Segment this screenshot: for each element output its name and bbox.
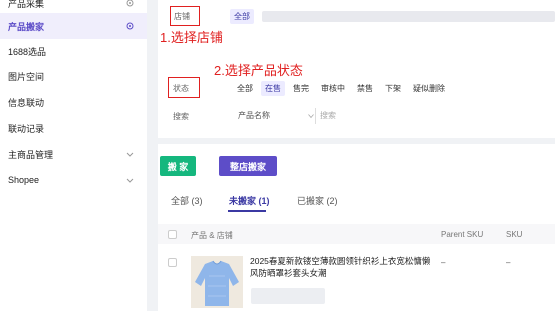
annotation-select-status: 2.选择产品状态: [214, 63, 303, 78]
tab-all[interactable]: 全部 (3): [171, 194, 203, 207]
status-option-all[interactable]: 全部: [233, 81, 257, 96]
sidebar-item-label: 联动记录: [8, 123, 45, 134]
annotation-select-store: 1.选择店铺: [160, 30, 223, 45]
sidebar-item-label: 1688选品: [8, 46, 47, 57]
sidebar-item-label: 信息联动: [8, 97, 45, 108]
column-header-sku: SKU: [506, 230, 523, 239]
tab-moved[interactable]: 已搬家 (2): [297, 194, 338, 207]
main-area: 店铺 全部 1.选择店铺 2.选择产品状态 状态 全部 在售 售完 审核中 禁售…: [158, 0, 555, 311]
sidebar-item-label: 产品搬家: [8, 21, 45, 32]
content-panel: 搬 家 整店搬家 全部 (3) 未搬家 (1) 已搬家 (2) 产品 & 店铺 …: [158, 144, 555, 311]
sidebar-item-label: 主商品管理: [8, 149, 54, 160]
sidebar-item-1688[interactable]: 1688选品: [0, 38, 147, 64]
store-name-blurred: [251, 288, 325, 304]
sidebar-item-product-move[interactable]: 产品搬家: [0, 13, 147, 39]
move-button[interactable]: 搬 家: [160, 156, 196, 176]
sidebar: 产品采集 产品搬家 1688选品 图片空间 信息联动 联动记录 主商品管理 Sh…: [0, 0, 147, 311]
status-option-sold-out[interactable]: 售完: [289, 81, 313, 96]
store-list-blurred: [262, 11, 555, 22]
sidebar-item-main-product[interactable]: 主商品管理: [0, 141, 147, 167]
status-option-reviewing[interactable]: 审核中: [317, 81, 349, 96]
search-field-select[interactable]: 产品名称: [238, 110, 314, 123]
filter-panel: 店铺 全部 1.选择店铺 2.选择产品状态 状态 全部 在售 售完 审核中 禁售…: [158, 0, 555, 138]
store-option-all[interactable]: 全部: [230, 9, 254, 24]
column-header-product: 产品 & 店铺: [191, 231, 233, 240]
active-tab-indicator: [228, 210, 266, 212]
status-options: 全部 在售 售完 审核中 禁售 下架 疑似删除: [233, 81, 453, 96]
search-label: 搜索: [173, 112, 189, 121]
sku-cell: –: [506, 258, 511, 267]
status-option-on-sale[interactable]: 在售: [261, 81, 285, 96]
store-label: 店铺: [174, 12, 190, 21]
sidebar-item-label: 产品采集: [8, 0, 45, 9]
chevron-down-icon: [308, 114, 314, 119]
gear-icon: [126, 22, 134, 30]
move-store-button[interactable]: 整店搬家: [219, 156, 277, 176]
chevron-down-icon: [126, 152, 134, 157]
column-header-parent-sku: Parent SKU: [441, 230, 484, 239]
parent-sku-cell: –: [441, 258, 446, 267]
tab-not-moved[interactable]: 未搬家 (1): [229, 194, 270, 207]
sidebar-item-label: 图片空间: [8, 71, 45, 82]
table-header: 产品 & 店铺 Parent SKU SKU: [158, 224, 555, 244]
sidebar-item-link-records[interactable]: 联动记录: [0, 115, 147, 141]
status-label: 状态: [173, 84, 189, 93]
sweater-image: [191, 256, 243, 308]
product-thumbnail[interactable]: [191, 256, 243, 308]
sidebar-item-info-link[interactable]: 信息联动: [0, 89, 147, 115]
status-option-suspected-deleted[interactable]: 疑似删除: [409, 81, 449, 96]
status-option-delisted[interactable]: 下架: [381, 81, 405, 96]
search-field-value: 产品名称: [238, 111, 270, 120]
gear-icon: [126, 0, 134, 7]
status-option-banned[interactable]: 禁售: [353, 81, 377, 96]
search-input[interactable]: 搜索: [320, 110, 336, 121]
divider: [315, 108, 316, 124]
chevron-down-icon: [126, 178, 134, 183]
row-checkbox[interactable]: [168, 258, 177, 267]
select-all-checkbox[interactable]: [168, 230, 177, 239]
sidebar-item-label: Shopee: [8, 175, 40, 185]
sidebar-item-shopee[interactable]: Shopee: [0, 167, 147, 193]
product-title[interactable]: 2025春夏新款镂空薄款圆领针织衫上衣宽松慵懒风防晒罩衫套头女潮: [250, 255, 435, 279]
sidebar-item-image-space[interactable]: 图片空间: [0, 63, 147, 89]
